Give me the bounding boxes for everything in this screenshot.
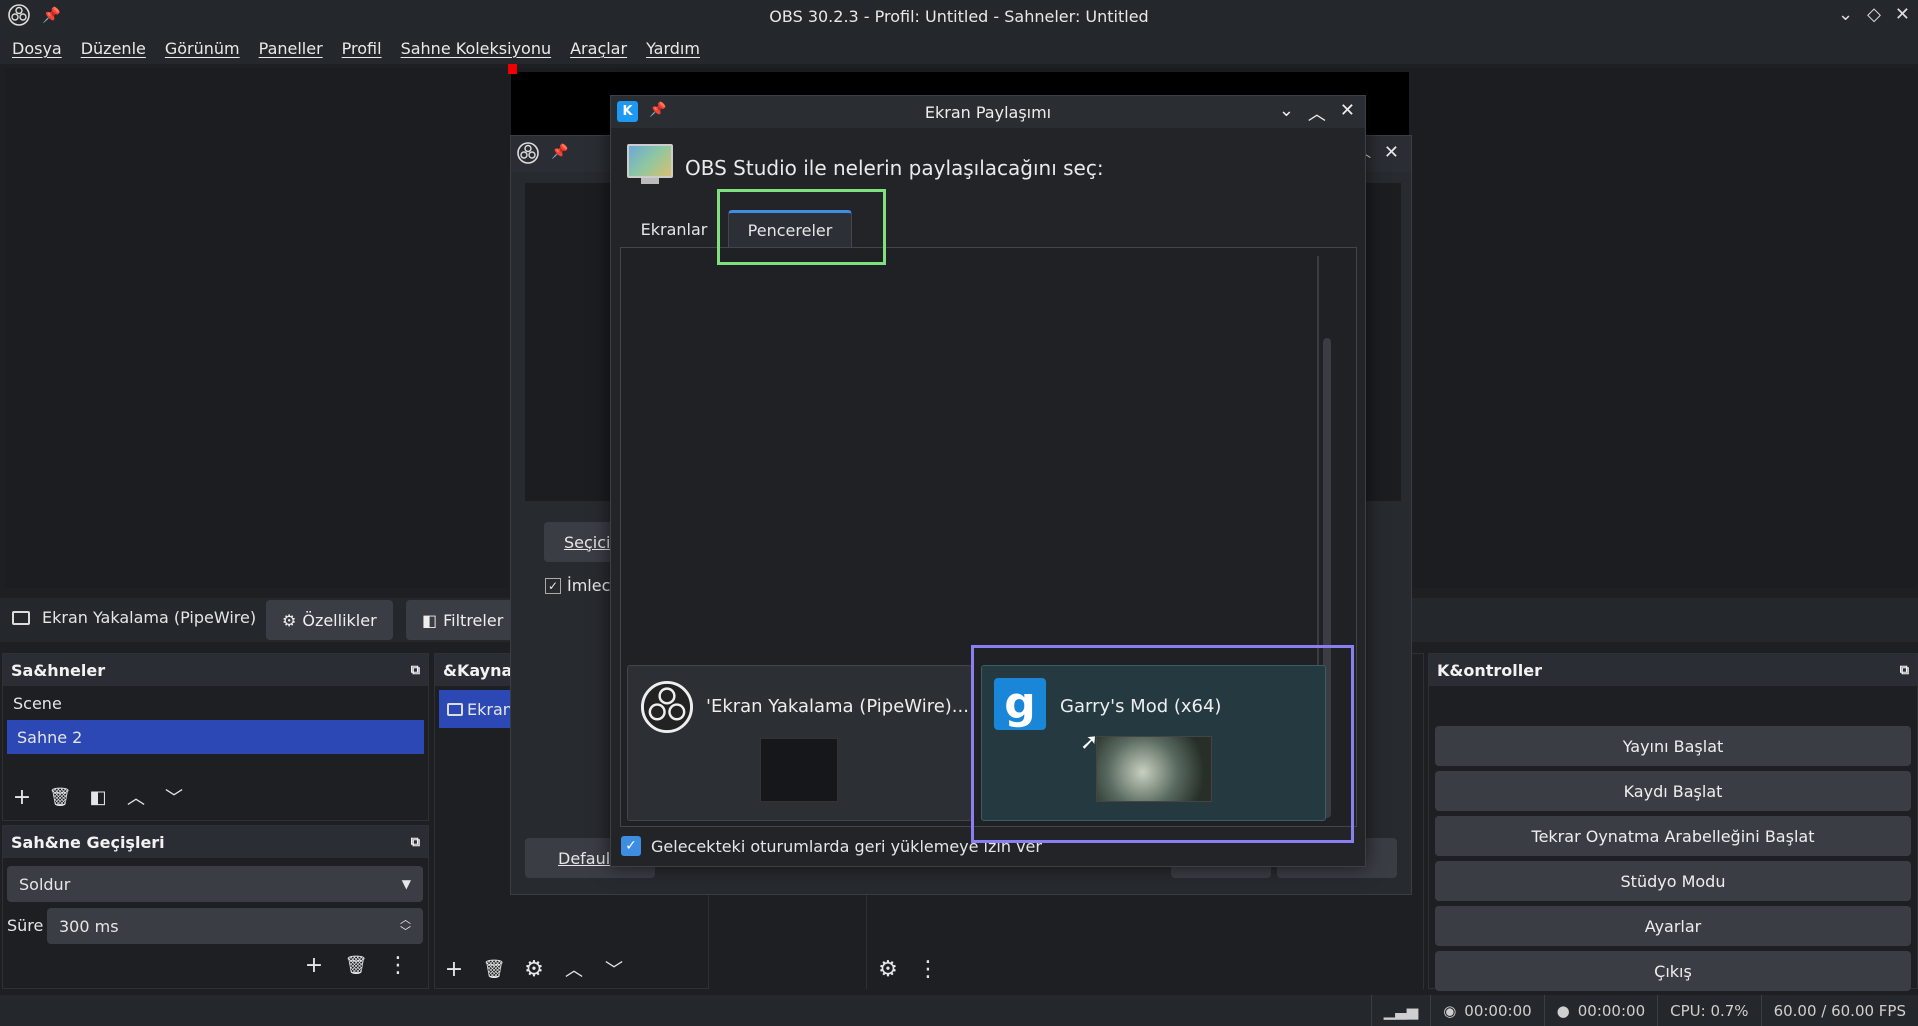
- close-icon[interactable]: ✕: [1384, 142, 1399, 163]
- menu-docks[interactable]: Paneller: [259, 39, 323, 58]
- pin-icon[interactable]: 📌: [42, 6, 61, 24]
- transition-select[interactable]: Soldur ▼: [7, 866, 423, 902]
- gear-icon[interactable]: ⚙: [519, 954, 549, 984]
- window-label: 'Ekran Yakalama (PipeWire)...: [706, 696, 969, 717]
- trash-icon[interactable]: 🗑: [45, 782, 75, 812]
- menu-scene-collection[interactable]: Sahne Koleksiyonu: [401, 39, 552, 58]
- filter-icon[interactable]: ◧: [83, 782, 113, 812]
- window-card-obs[interactable]: 'Ekran Yakalama (PipeWire)...: [627, 665, 972, 821]
- move-down-icon[interactable]: ﹀: [159, 782, 189, 812]
- pin-icon[interactable]: 📌: [551, 144, 568, 160]
- add-scene-icon[interactable]: +: [7, 782, 37, 812]
- scenes-dock: Sa&hneler ⧉ Scene Sahne 2 + 🗑 ◧ ︿ ﹀: [2, 653, 429, 821]
- maximize-icon[interactable]: ︿: [1308, 100, 1326, 126]
- close-icon[interactable]: ✕: [1895, 4, 1910, 25]
- start-replay-buffer-button[interactable]: Tekrar Oynatma Arabelleğini Başlat: [1435, 816, 1911, 856]
- undock-icon[interactable]: ⧉: [1900, 663, 1909, 678]
- window-thumbnail: [760, 738, 838, 802]
- more-icon[interactable]: ⋮: [913, 954, 943, 984]
- menu-tools[interactable]: Araçlar: [570, 39, 627, 58]
- gear-icon[interactable]: ⚙: [873, 954, 903, 984]
- source-item[interactable]: Ekran: [439, 690, 519, 728]
- move-up-icon[interactable]: ︿: [121, 782, 151, 812]
- obs-logo-icon: [640, 680, 694, 734]
- menu-profile[interactable]: Profil: [342, 39, 382, 58]
- share-dialog-titlebar: K 📌 Ekran Paylaşımı ⌄ ︿ ✕: [611, 96, 1365, 128]
- scene-item-sahne-2[interactable]: Sahne 2: [7, 720, 424, 754]
- gear-icon: ⚙: [282, 610, 297, 630]
- stream-status: ◉ 00:00:00: [1430, 995, 1543, 1026]
- obs-logo-icon: [8, 4, 30, 26]
- fps-readout: 60.00 / 60.00 FPS: [1760, 995, 1918, 1026]
- title-bar: 📌 OBS 30.2.3 - Profil: Untitled - Sahnel…: [0, 0, 1918, 32]
- move-down-icon[interactable]: ﹀: [599, 954, 629, 984]
- menu-file[interactable]: Dosya: [12, 39, 62, 58]
- maximize-icon[interactable]: ◇: [1867, 4, 1881, 25]
- undock-icon[interactable]: ⧉: [411, 663, 420, 678]
- scene-item-scene[interactable]: Scene: [3, 686, 428, 720]
- add-transition-icon[interactable]: +: [299, 950, 329, 980]
- resize-handle[interactable]: [508, 64, 517, 74]
- filters-button[interactable]: ◧ Filtreler: [406, 600, 520, 640]
- exit-button[interactable]: Çıkış: [1435, 951, 1911, 991]
- transitions-dock: Sah&ne Geçişleri ⧉ Soldur ▼ Süre 300 ms ︿…: [2, 825, 429, 989]
- controls-dock: K&ontroller ⧉ Yayını Başlat Kaydı Başlat …: [1428, 653, 1918, 991]
- monitor-icon: [12, 610, 30, 625]
- status-bar: ▁▃▅ ◉ 00:00:00 ● 00:00:00 CPU: 0.7% 60.00 …: [0, 995, 1918, 1026]
- properties-button[interactable]: ⚙ Özellikler: [266, 600, 393, 640]
- transitions-title: Sah&ne Geçişleri: [11, 832, 165, 852]
- more-icon[interactable]: ⋮: [383, 950, 413, 980]
- share-prompt: OBS Studio ile nelerin paylaşılacağını s…: [685, 156, 1104, 180]
- menu-view[interactable]: Görünüm: [165, 39, 240, 58]
- add-source-icon[interactable]: +: [439, 954, 469, 984]
- move-up-icon[interactable]: ︿: [559, 954, 589, 984]
- highlight-windows-tab: [717, 189, 886, 265]
- menu-bar: Dosya Düzenle Görünüm Paneller Profil Sa…: [0, 32, 1918, 64]
- signal-icon: ▁▃▅: [1383, 1001, 1419, 1020]
- broadcast-icon: ◉: [1443, 1001, 1457, 1020]
- menu-help[interactable]: Yardım: [646, 39, 700, 58]
- network-indicator: ▁▃▅: [1370, 995, 1431, 1026]
- duration-input[interactable]: 300 ms ︿ ﹀: [47, 908, 423, 944]
- menu-edit[interactable]: Düzenle: [81, 39, 146, 58]
- settings-button[interactable]: Ayarlar: [1435, 906, 1911, 946]
- cursor-checkbox[interactable]: ✓: [545, 577, 561, 594]
- trash-icon[interactable]: 🗑: [479, 954, 509, 984]
- kde-logo-icon: K: [617, 101, 638, 122]
- tab-screens[interactable]: Ekranlar: [623, 211, 725, 247]
- start-streaming-button[interactable]: Yayını Başlat: [1435, 726, 1911, 766]
- duration-label: Süre: [7, 916, 44, 935]
- obs-logo-icon: [517, 142, 539, 164]
- source-name: Ekran Yakalama (PipeWire): [42, 608, 257, 627]
- minimize-icon[interactable]: ⌄: [1838, 4, 1853, 25]
- monitor-icon: [447, 702, 463, 716]
- pin-icon[interactable]: 📌: [649, 102, 666, 118]
- screen-share-icon: [627, 144, 673, 184]
- start-recording-button[interactable]: Kaydı Başlat: [1435, 771, 1911, 811]
- window-title: OBS 30.2.3 - Profil: Untitled - Sahneler…: [769, 6, 1149, 26]
- cpu-usage: CPU: 0.7%: [1657, 995, 1760, 1026]
- minimize-icon[interactable]: ⌄: [1279, 100, 1294, 126]
- record-icon: ●: [1556, 1001, 1570, 1020]
- share-dialog-title: Ekran Paylaşımı: [924, 102, 1052, 122]
- trash-icon[interactable]: 🗑: [341, 950, 371, 980]
- allow-restore-checkbox[interactable]: ✓: [621, 836, 641, 856]
- highlight-selected-window: [971, 645, 1354, 843]
- controls-title: K&ontroller: [1437, 660, 1542, 680]
- studio-mode-button[interactable]: Stüdyo Modu: [1435, 861, 1911, 901]
- filter-icon: ◧: [422, 610, 438, 630]
- record-status: ● 00:00:00: [1543, 995, 1657, 1026]
- close-icon[interactable]: ✕: [1340, 100, 1355, 126]
- chevron-down-icon: ▼: [401, 877, 411, 891]
- scenes-title: Sa&hneler: [11, 660, 106, 680]
- spinner-icon[interactable]: ︿ ﹀: [400, 914, 411, 938]
- undock-icon[interactable]: ⧉: [411, 835, 420, 850]
